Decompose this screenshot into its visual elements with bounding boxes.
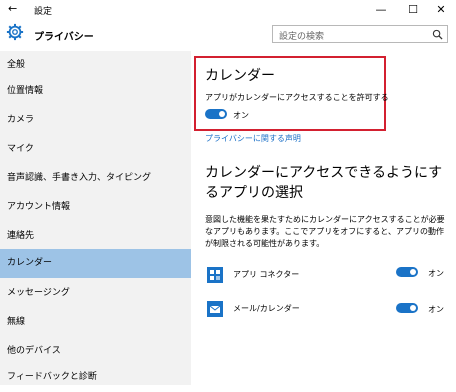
sidebar-item-account-info[interactable]: アカウント情報 <box>0 193 191 222</box>
apps-heading: カレンダーにアクセスできるようにするアプリの選択 <box>205 165 443 201</box>
app-connector-toggle-label: オン <box>428 269 444 278</box>
search-input[interactable]: 設定の検索 <box>272 25 448 43</box>
toggle-knob <box>219 111 225 117</box>
sidebar-item-feedback-diagnostics[interactable]: フィードバックと診断 <box>0 363 191 385</box>
app-name: メール/カレンダー <box>233 304 300 313</box>
mail-calendar-toggle-label: オン <box>428 305 444 314</box>
sidebar-item-other-devices[interactable]: 他のデバイス <box>0 337 191 366</box>
sidebar-item-microphone[interactable]: マイク <box>0 135 191 164</box>
toggle-knob <box>410 305 416 311</box>
sidebar-item-general[interactable]: 全般 <box>0 51 191 80</box>
sidebar-item-calendar[interactable]: カレンダー <box>0 249 191 278</box>
gear-icon <box>6 23 24 41</box>
back-button[interactable]: ← <box>8 2 17 15</box>
sidebar-item-radios[interactable]: 無線 <box>0 308 191 337</box>
app-name: アプリ コネクター <box>233 270 300 279</box>
search-icon[interactable] <box>432 29 443 40</box>
calendar-access-toggle[interactable] <box>205 109 227 119</box>
maximize-button[interactable]: ☐ <box>398 0 428 19</box>
main-content: カレンダー アプリがカレンダーにアクセスすることを許可する オン プライバシーに… <box>191 51 456 385</box>
allow-access-label: アプリがカレンダーにアクセスすることを許可する <box>205 93 389 102</box>
sidebar-item-location[interactable]: 位置情報 <box>0 77 191 106</box>
app-connector-icon <box>207 267 223 283</box>
toggle-knob <box>410 269 416 275</box>
sidebar-item-camera[interactable]: カメラ <box>0 106 191 135</box>
mail-calendar-icon <box>207 301 223 317</box>
page-title: プライバシー <box>34 32 94 43</box>
calendar-access-toggle-label: オン <box>233 111 249 120</box>
app-connector-toggle[interactable] <box>396 267 418 277</box>
minimize-button[interactable]: — <box>366 0 396 19</box>
window-title: 設定 <box>34 7 53 17</box>
sidebar-item-speech-inking-typing[interactable]: 音声認識、手書き入力、タイピング <box>0 164 191 193</box>
mail-calendar-toggle[interactable] <box>396 303 418 313</box>
sidebar-item-contacts[interactable]: 連絡先 <box>0 222 191 251</box>
section-title: カレンダー <box>205 68 275 84</box>
apps-description: 意図した機能を果たすためにカレンダーにアクセスすることが必要なアプリもあります。… <box>205 215 445 248</box>
privacy-statement-link[interactable]: プライバシーに関する声明 <box>205 133 301 144</box>
close-button[interactable]: ✕ <box>426 0 456 19</box>
sidebar: 全般 位置情報 カメラ マイク 音声認識、手書き入力、タイピング アカウント情報… <box>0 51 191 385</box>
title-bar: ← 設定 — ☐ ✕ <box>0 0 456 19</box>
sidebar-item-messaging[interactable]: メッセージング <box>0 279 191 308</box>
settings-header: プライバシー 設定の検索 <box>0 19 456 51</box>
search-placeholder: 設定の検索 <box>279 32 325 42</box>
